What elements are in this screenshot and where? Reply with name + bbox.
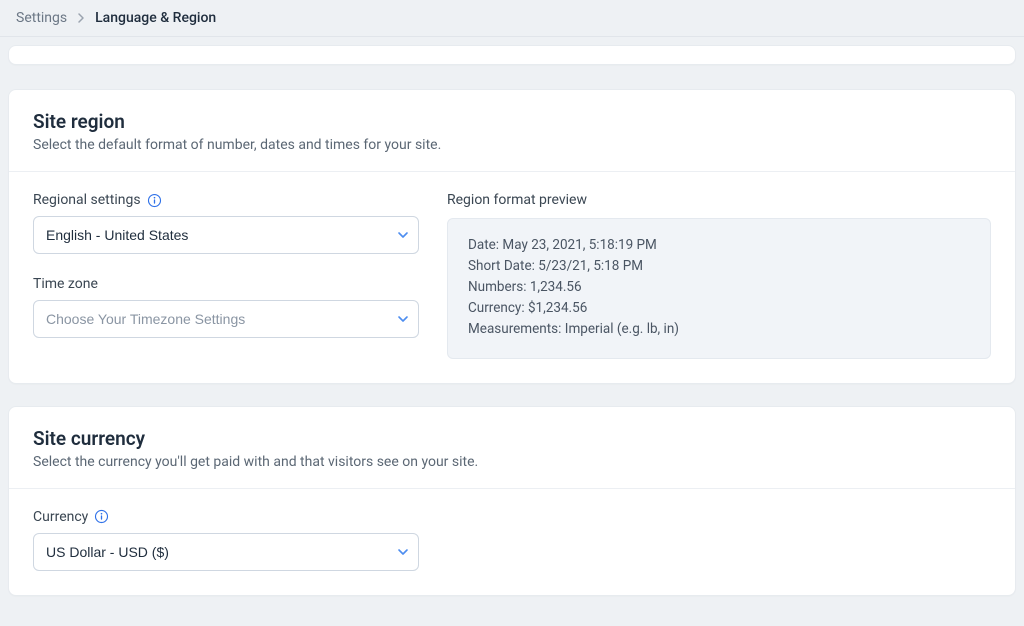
currency-label: Currency (33, 509, 88, 525)
regional-settings-value: English - United States (46, 227, 188, 243)
preview-date-value: May 23, 2021, 5:18:19 PM (502, 237, 656, 253)
timezone-label: Time zone (33, 276, 98, 292)
preview-row-measurements: Measurements: Imperial (e.g. lb, in) (468, 319, 970, 340)
currency-value: US Dollar - USD ($) (46, 544, 169, 560)
preview-shortdate-value: 5/23/21, 5:18 PM (538, 258, 643, 274)
site-currency-title: Site currency (33, 427, 991, 450)
info-icon[interactable] (147, 193, 162, 208)
region-preview-box: Date: May 23, 2021, 5:18:19 PM Short Dat… (447, 218, 991, 359)
preview-numbers-value: 1,234.56 (530, 279, 582, 295)
timezone-select[interactable]: Choose Your Timezone Settings (33, 300, 419, 338)
preview-measurements-value: Imperial (e.g. lb, in) (565, 321, 679, 337)
timezone-field: Time zone Choose Your Timezone Settings (33, 276, 423, 338)
timezone-placeholder: Choose Your Timezone Settings (46, 311, 245, 327)
site-region-subtitle: Select the default format of number, dat… (33, 137, 991, 153)
previous-card-stub (8, 45, 1016, 65)
preview-shortdate-key: Short Date: (468, 258, 535, 274)
site-currency-card: Site currency Select the currency you'll… (8, 406, 1016, 596)
chevron-right-icon (77, 12, 85, 24)
preview-measurements-key: Measurements: (468, 321, 561, 337)
breadcrumb-current: Language & Region (95, 10, 216, 26)
currency-field: Currency US Dollar - USD ($) (33, 509, 991, 571)
breadcrumb-parent[interactable]: Settings (16, 10, 67, 26)
site-region-title: Site region (33, 110, 991, 133)
preview-numbers-key: Numbers: (468, 279, 526, 295)
site-region-card: Site region Select the default format of… (8, 89, 1016, 384)
site-currency-subtitle: Select the currency you'll get paid with… (33, 454, 991, 470)
preview-row-shortdate: Short Date: 5/23/21, 5:18 PM (468, 256, 970, 277)
currency-select[interactable]: US Dollar - USD ($) (33, 533, 419, 571)
preview-currency-key: Currency: (468, 300, 525, 316)
preview-currency-value: $1,234.56 (528, 300, 587, 316)
preview-row-currency: Currency: $1,234.56 (468, 298, 970, 319)
site-region-header: Site region Select the default format of… (9, 90, 1015, 172)
preview-date-key: Date: (468, 237, 499, 253)
breadcrumb: Settings Language & Region (0, 0, 1024, 37)
site-currency-header: Site currency Select the currency you'll… (9, 407, 1015, 489)
regional-settings-label: Regional settings (33, 192, 141, 208)
region-preview-label: Region format preview (447, 192, 991, 208)
info-icon[interactable] (94, 509, 109, 524)
preview-row-date: Date: May 23, 2021, 5:18:19 PM (468, 235, 970, 256)
preview-row-numbers: Numbers: 1,234.56 (468, 277, 970, 298)
regional-settings-field: Regional settings English - United State… (33, 192, 423, 254)
regional-settings-select[interactable]: English - United States (33, 216, 419, 254)
